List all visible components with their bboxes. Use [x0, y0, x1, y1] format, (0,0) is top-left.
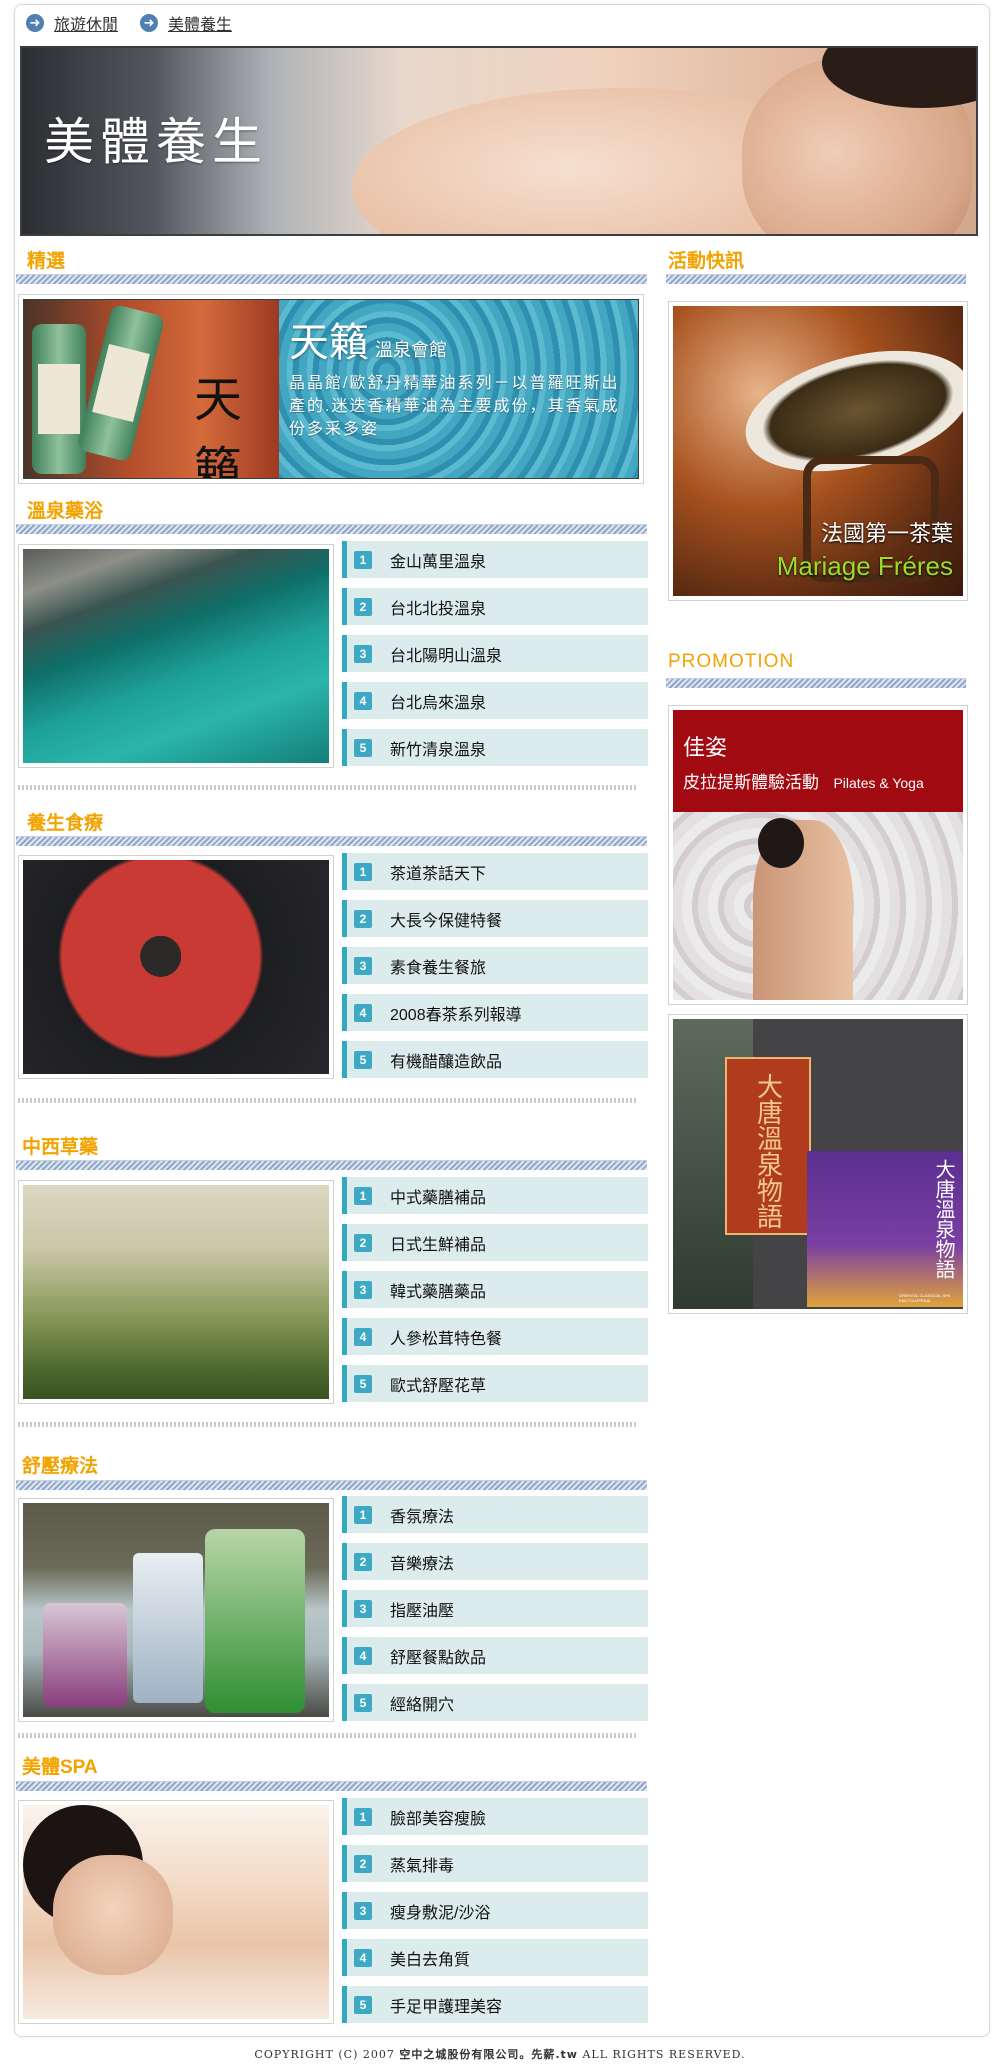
featured-banner[interactable]: 天籟 天籟 溫泉會館 晶晶館/歐舒丹精華油系列－以普羅旺斯出產的.迷迭香精華油為主…: [18, 294, 644, 484]
book-spine-title: 大唐溫泉物語: [752, 1073, 783, 1229]
list-item[interactable]: 1 臉部美容瘦臉: [342, 1798, 648, 1835]
section-title-promotion: PROMOTION: [668, 651, 795, 672]
list-item[interactable]: 2 大長今保健特餐: [342, 900, 648, 937]
section-divider: [16, 524, 647, 534]
breadcrumb: ➜ 旅遊休閒 ➜ 美體養生: [26, 8, 244, 38]
featured-product-image: 天籟: [24, 300, 279, 478]
relax-photo[interactable]: [18, 1498, 334, 1722]
section-title-news: 活動快訊: [668, 251, 745, 272]
section-divider: [16, 274, 647, 284]
footer-copyright: COPYRIGHT (C) 2007 空中之城股份有限公司。先薪.tw ALL …: [254, 2048, 746, 2061]
section-title-diet: 養生食療: [27, 813, 104, 834]
list-item[interactable]: 1 金山萬里溫泉: [342, 541, 648, 578]
brand-calligraphy: 天籟: [194, 372, 243, 479]
list-item[interactable]: 3 台北陽明山溫泉: [342, 635, 648, 672]
list-item[interactable]: 3 素食養生餐旅: [342, 947, 648, 984]
list-item[interactable]: 3 韓式藥膳藥品: [342, 1271, 648, 1308]
tea-promo-banner[interactable]: 法國第一茶葉 Mariage Fréres: [668, 301, 968, 601]
list-item[interactable]: 1 茶道茶話天下: [342, 853, 648, 890]
list-item[interactable]: 4 美白去角質: [342, 1939, 648, 1976]
section-divider: [16, 836, 647, 846]
list-item[interactable]: 4 舒壓餐點飲品: [342, 1637, 648, 1674]
promo-subtitle: 皮拉提斯體驗活動: [683, 773, 819, 792]
list-item[interactable]: 3 瘦身敷泥/沙浴: [342, 1892, 648, 1929]
book-en: ORIENTAL CLASSICAL SPA ENCYCLOPEDIA: [899, 1293, 951, 1303]
diet-photo[interactable]: [18, 855, 334, 1079]
list-item[interactable]: 3 指壓油壓: [342, 1590, 648, 1627]
list-item[interactable]: 5 手足甲護理美容: [342, 1986, 648, 2023]
arrow-right-icon: ➜: [140, 14, 159, 32]
section-divider: [16, 1160, 647, 1170]
list-item[interactable]: 2 蒸氣排毒: [342, 1845, 648, 1882]
spa-photo[interactable]: [18, 1800, 334, 2024]
tea-brand: Mariage Fréres: [776, 551, 953, 581]
list-item[interactable]: 4 人參松茸特色餐: [342, 1318, 648, 1355]
tea-caption: 法國第一茶葉: [820, 521, 953, 546]
book-cover-title: 大唐溫泉物語: [932, 1159, 956, 1279]
diet-list: 1 茶道茶話天下 2 大長今保健特餐 3 素食養生餐旅 4 2008春茶系列報導 5 有機…: [342, 853, 648, 1088]
arrow-right-icon: ➜: [26, 14, 44, 32]
section-divider: [16, 1781, 647, 1791]
section-title-relax: 舒壓療法: [22, 1456, 99, 1477]
list-item[interactable]: 4 台北烏來溫泉: [342, 682, 648, 719]
section-title-hotspring: 溫泉藥浴: [27, 501, 104, 522]
dotted-divider: [18, 1422, 636, 1427]
hotspring-list: 1 金山萬里溫泉 2 台北北投溫泉 3 台北陽明山溫泉 4 台北烏來溫泉 5 新竹清泉溫泉: [342, 541, 648, 776]
section-title-herbs: 中西草藥: [22, 1137, 99, 1158]
list-item[interactable]: 1 香氛療法: [342, 1496, 648, 1533]
list-item[interactable]: 5 經絡開穴: [342, 1684, 648, 1721]
section-divider: [666, 274, 966, 284]
book-promo-banner[interactable]: 大唐溫泉物語 大唐溫泉物語 ORIENTAL CLASSICAL SPA ENC…: [668, 1014, 968, 1314]
spa-list: 1 臉部美容瘦臉 2 蒸氣排毒 3 瘦身敷泥/沙浴 4 美白去角質 5 手足甲護理美容: [342, 1798, 648, 2033]
herbs-photo[interactable]: [18, 1180, 334, 1404]
list-item[interactable]: 5 新竹清泉溫泉: [342, 729, 648, 766]
hotspring-photo[interactable]: [18, 544, 334, 768]
dotted-divider: [18, 1733, 636, 1738]
pilates-promo-banner[interactable]: 佳姿 皮拉提斯體驗活動 Pilates & Yoga: [668, 705, 968, 1005]
dotted-divider: [18, 1098, 636, 1103]
featured-description: 晶晶館/歐舒丹精華油系列－以普羅旺斯出產的.迷迭香精華油為主要成份，其香氣成份多…: [289, 375, 620, 438]
banner: 美體養生: [20, 46, 978, 236]
list-item[interactable]: 1 中式藥膳補品: [342, 1177, 648, 1214]
list-item[interactable]: 2 台北北投溫泉: [342, 588, 648, 625]
promo-title: 佳姿: [683, 735, 728, 760]
dotted-divider: [18, 785, 636, 790]
banner-title: 美體養生: [44, 113, 268, 171]
herbs-list: 1 中式藥膳補品 2 日式生鮮補品 3 韓式藥膳藥品 4 人參松茸特色餐 5 歐式舒壓花草: [342, 1177, 648, 1412]
relax-list: 1 香氛療法 2 音樂療法 3 指壓油壓 4 舒壓餐點飲品 5 經絡開穴: [342, 1496, 648, 1731]
section-divider: [666, 678, 966, 688]
promo-en: Pilates & Yoga: [833, 775, 924, 791]
section-title-featured: 精選: [27, 251, 66, 272]
section-divider: [16, 1480, 647, 1490]
list-item[interactable]: 5 有機醋釀造飲品: [342, 1041, 648, 1078]
list-item[interactable]: 2 日式生鮮補品: [342, 1224, 648, 1261]
section-title-spa: 美體SPA: [22, 1757, 98, 1778]
breadcrumb-link-beauty[interactable]: 美體養生: [168, 11, 232, 35]
list-item[interactable]: 2 音樂療法: [342, 1543, 648, 1580]
featured-brand: 天籟 溫泉會館: [289, 320, 447, 366]
breadcrumb-link-travel[interactable]: 旅遊休閒: [54, 11, 118, 35]
list-item[interactable]: 4 2008春茶系列報導: [342, 994, 648, 1031]
list-item[interactable]: 5 歐式舒壓花草: [342, 1365, 648, 1402]
